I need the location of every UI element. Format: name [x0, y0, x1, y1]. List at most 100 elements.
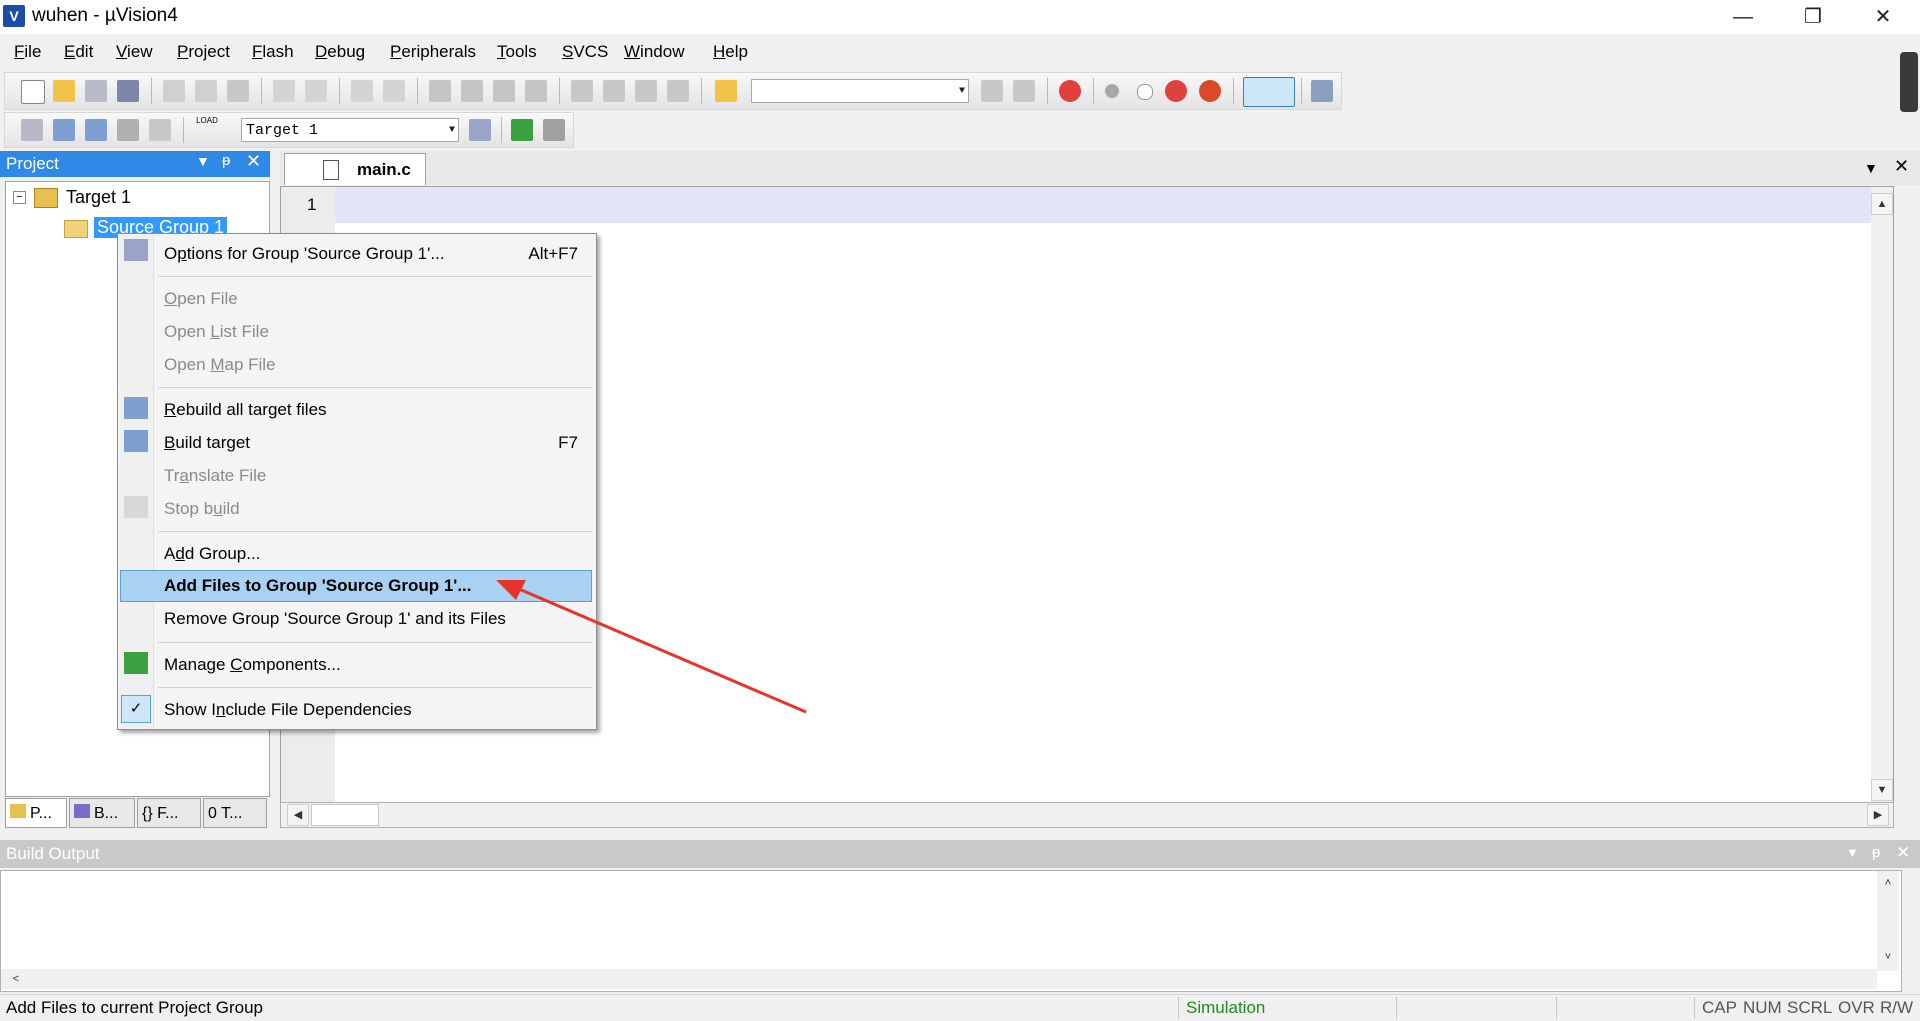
redo-icon[interactable]: [305, 80, 327, 102]
menu-item-add-files-to-group[interactable]: Add Files to Group 'Source Group 1'...: [164, 576, 472, 596]
scroll-thumb[interactable]: [311, 804, 379, 826]
build-icon[interactable]: [53, 119, 75, 141]
side-dock-handle[interactable]: [1900, 52, 1918, 112]
menu-item-open-file[interactable]: Open File: [164, 289, 238, 309]
save-icon[interactable]: [85, 80, 107, 102]
indent-icon[interactable]: [571, 80, 593, 102]
menu-item-translate-file[interactable]: Translate File: [164, 466, 266, 486]
undo-icon[interactable]: [273, 80, 295, 102]
menu-item-open-list-file[interactable]: Open List File: [164, 322, 269, 342]
tree-target[interactable]: Target 1: [66, 187, 131, 208]
menu-item-remove-group[interactable]: Remove Group 'Source Group 1' and its Fi…: [164, 609, 506, 629]
menu-svcs[interactable]: SVCS: [562, 42, 608, 62]
restore-button[interactable]: ❐: [1783, 0, 1843, 34]
scroll-right-icon[interactable]: ▶: [1867, 804, 1889, 826]
menu-peripherals[interactable]: Peripherals: [390, 42, 476, 62]
editor-vertical-scrollbar[interactable]: ▲ ▼: [1871, 187, 1893, 803]
menu-tools[interactable]: Tools: [497, 42, 537, 62]
paste-icon[interactable]: [227, 80, 249, 102]
configure-icon[interactable]: [1311, 80, 1333, 102]
batch-build-icon[interactable]: [117, 119, 139, 141]
chevron-down-icon[interactable]: ▼: [1846, 845, 1859, 860]
books-tab-icon: [74, 804, 90, 818]
clear-bookmarks-icon[interactable]: [525, 80, 547, 102]
find-combo[interactable]: ▼: [751, 79, 969, 103]
tab-main-c[interactable]: main.c: [284, 153, 426, 185]
uncomment-icon[interactable]: [667, 80, 689, 102]
output-vertical-scrollbar[interactable]: ˄ ˅: [1877, 871, 1899, 971]
menu-item-manage-components[interactable]: Manage Components...: [164, 655, 341, 675]
menu-item-rebuild-all[interactable]: Rebuild all target files: [164, 400, 327, 420]
kill-breakpoints-icon[interactable]: [1199, 80, 1221, 102]
close-button[interactable]: ✕: [1853, 0, 1913, 34]
menu-item-add-group[interactable]: Add Group...: [164, 544, 260, 564]
menu-window[interactable]: Window: [624, 42, 684, 62]
tab-templates[interactable]: 0 T...: [203, 798, 267, 828]
build-output-pane[interactable]: ˄ ˅ ˂: [0, 870, 1902, 992]
menu-item-stop-build[interactable]: Stop build: [164, 499, 240, 519]
next-bookmark-icon[interactable]: [493, 80, 515, 102]
menu-file[interactable]: File: [14, 42, 41, 62]
manage-components-icon[interactable]: [511, 119, 533, 141]
menu-flash[interactable]: Flash: [252, 42, 294, 62]
rebuild-icon[interactable]: [85, 119, 107, 141]
scroll-up-icon[interactable]: ▲: [1871, 193, 1893, 215]
chevron-down-icon[interactable]: ▼: [1864, 160, 1878, 176]
translate-icon[interactable]: [21, 119, 43, 141]
folder-icon: [64, 220, 88, 238]
disable-breakpoint-icon[interactable]: [1137, 84, 1153, 100]
save-all-icon[interactable]: [117, 80, 139, 102]
chevron-down-icon[interactable]: ▼: [196, 153, 210, 169]
minimize-button[interactable]: —: [1713, 0, 1773, 34]
prev-bookmark-icon[interactable]: [461, 80, 483, 102]
tab-project[interactable]: P...: [5, 798, 67, 828]
close-icon[interactable]: ✕: [1896, 843, 1910, 863]
menu-debug[interactable]: Debug: [315, 42, 365, 62]
toolbar-separator: [501, 117, 502, 143]
scroll-down-icon[interactable]: ˅: [1877, 947, 1899, 969]
unindent-icon[interactable]: [603, 80, 625, 102]
menu-item-build-target[interactable]: Build target: [164, 433, 250, 453]
disable-all-breakpoints-icon[interactable]: [1165, 80, 1187, 102]
select-packs-icon[interactable]: [543, 119, 565, 141]
cut-icon[interactable]: [163, 80, 185, 102]
debug-session-icon[interactable]: [1059, 80, 1081, 102]
close-icon[interactable]: ✕: [246, 151, 261, 172]
pin-icon[interactable]: ᵽ: [1872, 844, 1880, 861]
menu-item-options-for-group[interactable]: Options for Group 'Source Group 1'...: [164, 244, 445, 264]
new-file-icon[interactable]: [21, 80, 45, 104]
menu-project[interactable]: Project: [177, 42, 230, 62]
toolbar-separator: [1047, 78, 1048, 104]
nav-back-icon[interactable]: [351, 80, 373, 102]
tab-functions[interactable]: {} F...: [137, 798, 201, 828]
comment-icon[interactable]: [635, 80, 657, 102]
editor-horizontal-scrollbar[interactable]: ◀ ▶: [280, 802, 1894, 828]
stop-build-icon[interactable]: [149, 119, 171, 141]
menu-item-show-include-deps[interactable]: Show Include File Dependencies: [164, 700, 412, 720]
scroll-left-icon[interactable]: ˂: [5, 969, 27, 991]
bookmark-icon[interactable]: [429, 80, 451, 102]
close-icon[interactable]: ✕: [1894, 156, 1909, 177]
nav-forward-icon[interactable]: [383, 80, 405, 102]
pin-icon[interactable]: ᵽ: [222, 152, 230, 169]
find-in-files-icon[interactable]: [715, 80, 737, 102]
copy-icon[interactable]: [195, 80, 217, 102]
scroll-left-icon[interactable]: ◀: [287, 804, 309, 826]
target-select[interactable]: Target 1 ▼: [241, 118, 459, 142]
tab-books[interactable]: B...: [69, 798, 135, 828]
incremental-find-icon[interactable]: [1013, 80, 1035, 102]
output-horizontal-scrollbar[interactable]: ˂: [1, 969, 1877, 989]
menu-help[interactable]: Help: [713, 42, 748, 62]
window-layout-icon[interactable]: [1243, 77, 1295, 107]
breakpoint-icon[interactable]: [1105, 84, 1119, 98]
find-icon[interactable]: [981, 80, 1003, 102]
load-icon[interactable]: LOAD: [193, 116, 221, 142]
menu-item-open-map-file[interactable]: Open Map File: [164, 355, 276, 375]
menu-view[interactable]: View: [116, 42, 153, 62]
collapse-icon[interactable]: −: [13, 191, 26, 204]
open-file-icon[interactable]: [53, 80, 75, 102]
scroll-down-icon[interactable]: ▼: [1871, 779, 1893, 801]
scroll-up-icon[interactable]: ˄: [1877, 873, 1899, 895]
menu-edit[interactable]: Edit: [64, 42, 93, 62]
target-options-icon[interactable]: [469, 119, 491, 141]
